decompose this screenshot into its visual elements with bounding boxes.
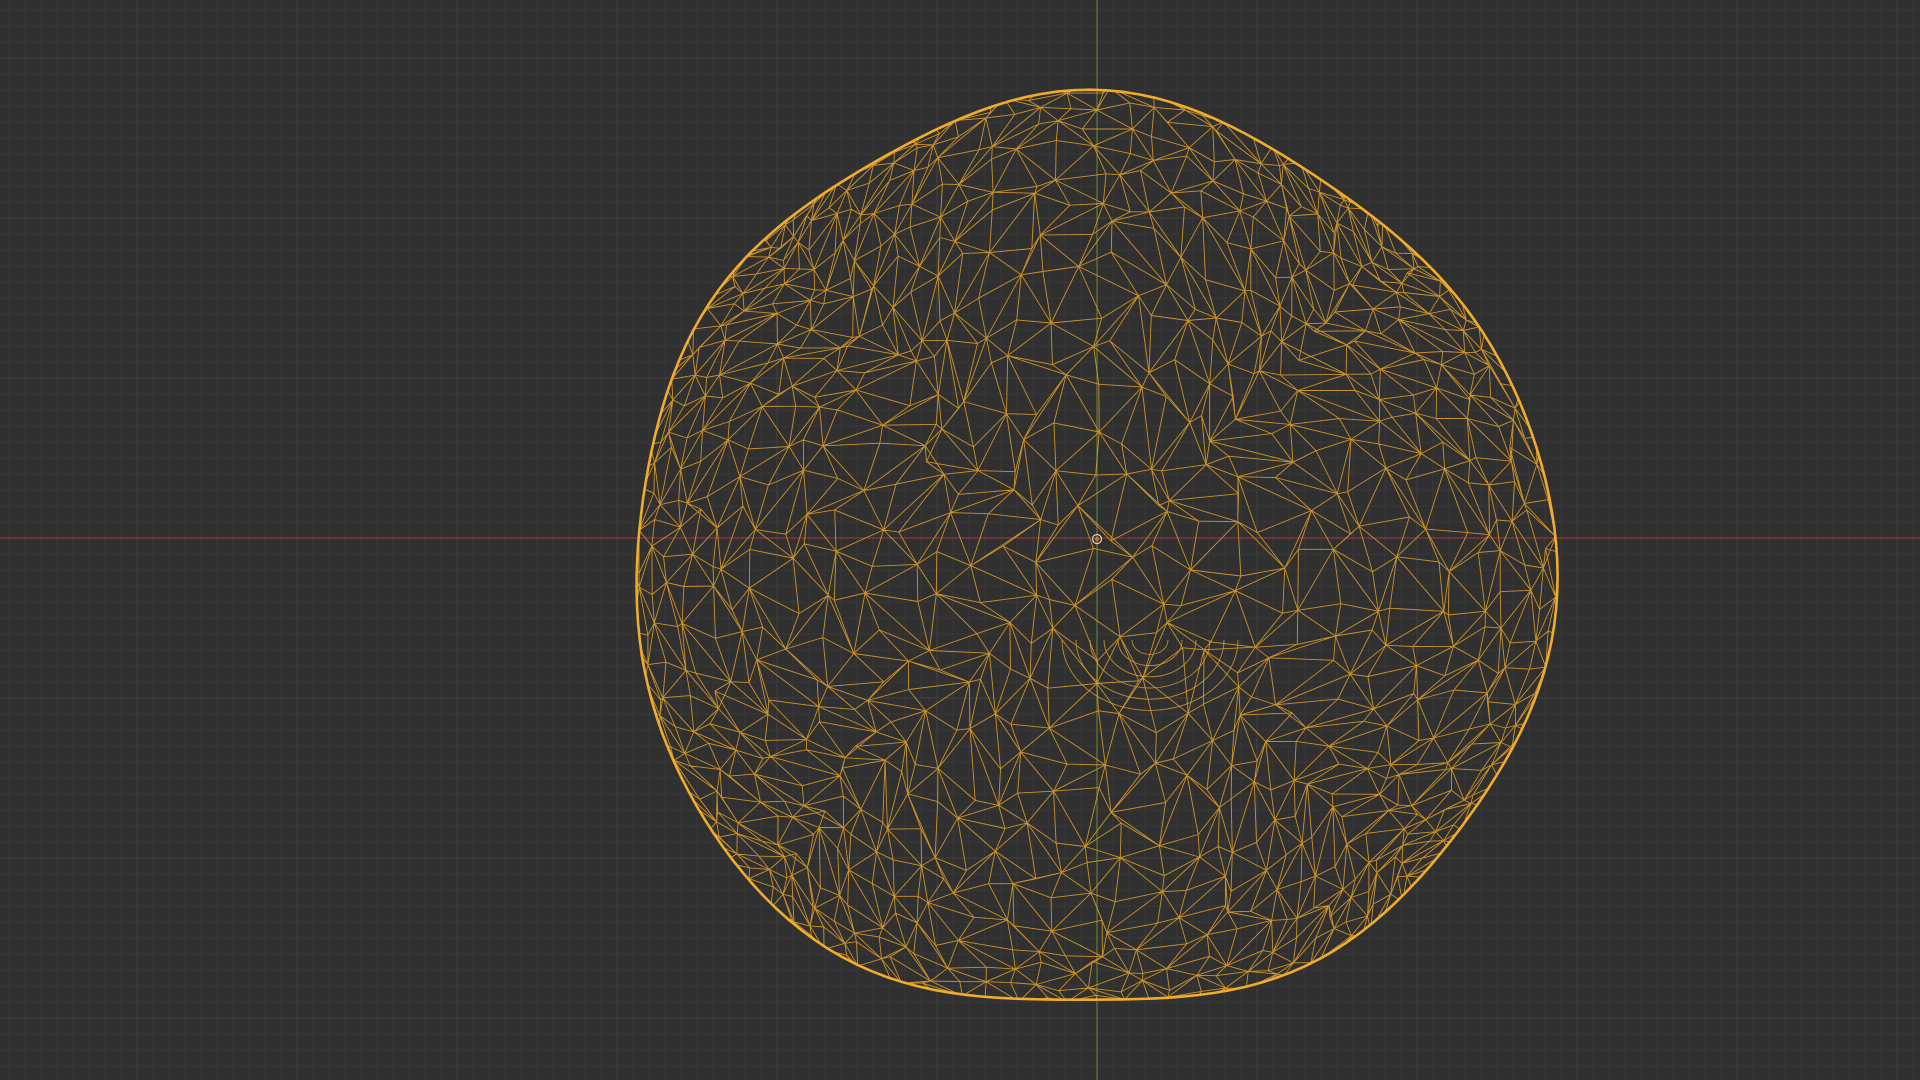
viewport-canvas[interactable] xyxy=(0,0,1920,1080)
3d-viewport[interactable] xyxy=(0,0,1920,1080)
viewport-grid xyxy=(0,0,1920,1080)
